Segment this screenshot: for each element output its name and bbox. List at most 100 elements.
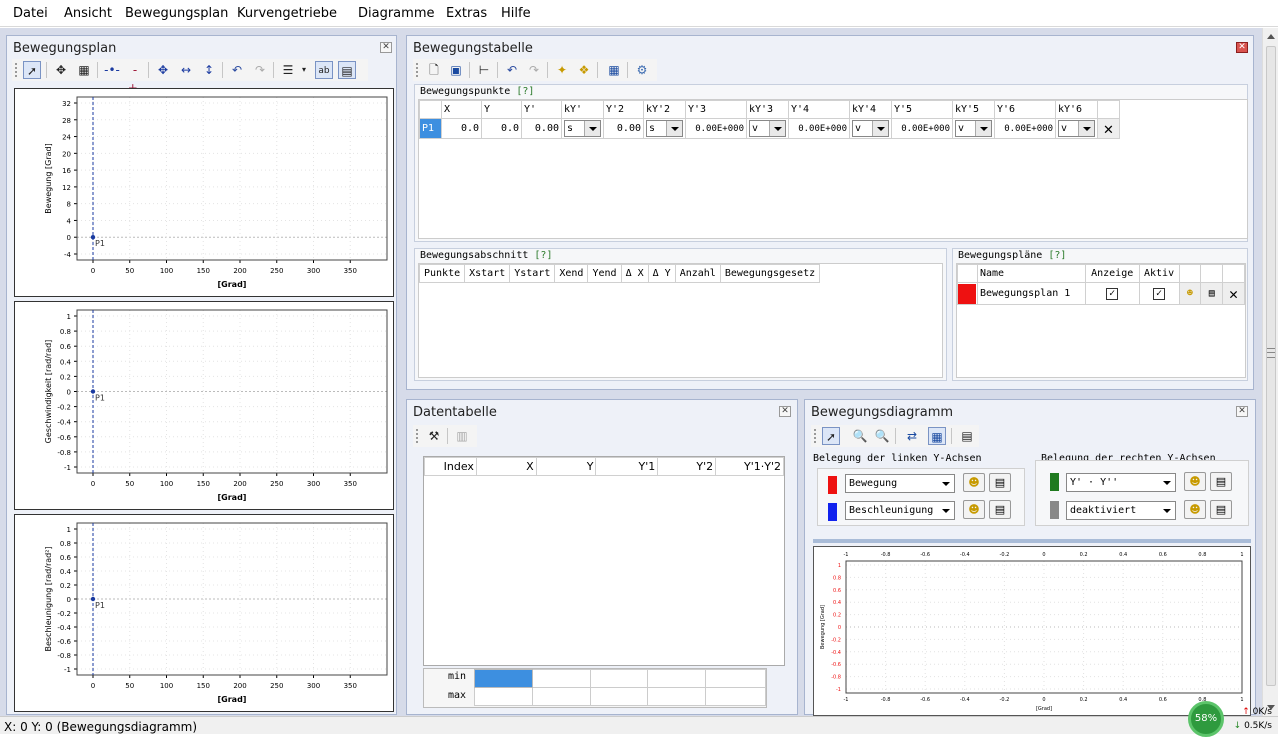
delete-plan-icon[interactable]: ✕ (1222, 282, 1245, 305)
refresh-icon[interactable]: ⇄ (903, 427, 921, 445)
right2-axis-select[interactable]: deaktiviert (1066, 501, 1176, 520)
cell-y4[interactable]: 0.00E+000 (788, 118, 850, 139)
cell-ky2[interactable]: s (643, 118, 686, 139)
menu-diagramme[interactable]: Diagramme (358, 6, 434, 21)
min-cell[interactable] (474, 669, 533, 688)
dropdown-arrow-icon[interactable]: ▾ (295, 61, 313, 79)
insert-row-icon[interactable]: ⊢ (475, 61, 493, 79)
help-link[interactable]: [?] (534, 250, 552, 261)
ky4-select[interactable]: v (852, 120, 889, 137)
pointer-icon[interactable]: ➚ (822, 427, 840, 445)
right1-properties-icon[interactable]: ▤ (1210, 472, 1232, 491)
export-icon[interactable]: ▥ (453, 427, 471, 445)
grid-label-icon[interactable]: ▤ (338, 61, 356, 79)
move-vertical-icon[interactable]: ↕ (200, 61, 218, 79)
text-label-icon[interactable]: ab (315, 61, 333, 79)
left1-properties-icon[interactable]: ▤ (989, 473, 1011, 492)
cell-ky1[interactable]: s (561, 118, 604, 139)
close-icon[interactable]: ✕ (779, 406, 791, 417)
plan-color-cell[interactable] (957, 282, 978, 305)
delete-point-icon[interactable]: -+- (126, 61, 144, 95)
menu-extras[interactable]: Extras (446, 6, 487, 21)
move-all-icon[interactable]: ✥ (154, 61, 172, 79)
close-icon[interactable]: ✕ (1236, 406, 1248, 417)
cell-y1[interactable]: 0.00 (521, 118, 562, 139)
undo-icon[interactable]: ↶ (503, 61, 521, 79)
ky5-select[interactable]: v (955, 120, 992, 137)
zoom-in-icon[interactable]: 🔍 (851, 427, 869, 445)
min-cell[interactable] (705, 669, 766, 688)
plan-properties-icon[interactable]: ▤ (1200, 282, 1224, 305)
menu-hilfe[interactable]: Hilfe (501, 6, 531, 21)
menu-kurvengetriebe[interactable]: Kurvengetriebe (237, 6, 337, 21)
max-cell[interactable] (474, 687, 533, 706)
cell-ky5[interactable]: v (952, 118, 995, 139)
close-icon[interactable]: ✕ (380, 42, 392, 53)
left1-style-icon[interactable]: ☻ (963, 473, 985, 492)
ky2-select[interactable]: s (646, 120, 683, 137)
geschwindigkeit-chart[interactable]: 1 0.8 0.6 0.4 0.2 0 -0.2 -0.4 -0.6 -0.8 -1 0 50 100 15… (14, 301, 394, 510)
pointer-icon[interactable]: ➚ (23, 61, 41, 79)
redo-icon[interactable]: ↷ (251, 61, 269, 79)
zoom-out-icon[interactable]: 🔍 (873, 427, 891, 445)
new-file-icon[interactable]: 🗋 (425, 61, 443, 79)
table-settings-icon[interactable]: ▦ (605, 61, 623, 79)
undo-icon[interactable]: ↶ (228, 61, 246, 79)
cell-y3[interactable]: 0.00E+000 (685, 118, 747, 139)
aktiv-checkbox[interactable]: ✓ (1153, 287, 1166, 300)
menu-ansicht[interactable]: Ansicht (64, 6, 112, 21)
menu-bewegungsplan[interactable]: Bewegungsplan (125, 6, 228, 21)
aktiv-cell[interactable]: ✓ (1138, 282, 1180, 305)
bewegungsdiagramm-chart[interactable]: -1 -1 -0.8 -0.8 -0.6 -0.6 -0.4 -0.4 -0.2 -0.2 0 0 0.… (813, 546, 1251, 716)
ky3-select[interactable]: v (749, 120, 786, 137)
network-indicator[interactable]: 58% (1188, 701, 1224, 737)
move-icon[interactable]: ✥ (52, 61, 70, 79)
copy-plan-icon[interactable]: ❖ (575, 61, 593, 79)
right2-properties-icon[interactable]: ▤ (1210, 500, 1232, 519)
table-row[interactable]: P1 0.0 0.0 0.00 s 0.00 s 0.00E+000 v 0.0… (419, 118, 1120, 139)
cell-ky3[interactable]: v (746, 118, 789, 139)
beschleunigung-chart[interactable]: 1 0.8 0.6 0.4 0.2 0 -0.2 -0.4 -0.6 -0.8 -1 0 50 100 15… (14, 514, 394, 712)
splitter[interactable] (813, 539, 1251, 543)
close-icon[interactable]: ✕ (1236, 42, 1248, 53)
bewegung-chart[interactable]: 32 28 24 20 16 12 8 4 0 -4 0 50 100 150 200 250 300 350 P1… (14, 88, 394, 297)
cell-ky4[interactable]: v (849, 118, 892, 139)
table-row[interactable]: Bewegungsplan 1 ✓ ✓ ☻ ▤ ✕ (957, 282, 1245, 305)
plan-style-icon[interactable]: ☻ (1178, 282, 1202, 305)
delete-row-icon[interactable]: ✕ (1097, 118, 1120, 139)
left2-axis-select[interactable]: Beschleunigung (845, 501, 955, 520)
cell-x[interactable]: 0.0 (441, 118, 482, 139)
zoom-fit-icon[interactable]: ▦ (75, 61, 93, 79)
max-cell[interactable] (705, 687, 766, 706)
max-cell[interactable] (647, 687, 707, 706)
help-link[interactable]: [?] (516, 86, 534, 97)
cell-y6[interactable]: 0.00E+000 (994, 118, 1056, 139)
cell-y2[interactable]: 0.00 (603, 118, 644, 139)
left2-style-icon[interactable]: ☻ (963, 500, 985, 519)
scroll-thumb[interactable] (1266, 46, 1276, 686)
plan-name[interactable]: Bewegungsplan 1 (976, 282, 1086, 305)
help-link[interactable]: [?] (1048, 250, 1066, 261)
left2-properties-icon[interactable]: ▤ (989, 500, 1011, 519)
right1-style-icon[interactable]: ☻ (1184, 472, 1206, 491)
min-cell[interactable] (531, 669, 591, 688)
row-label[interactable]: P1 (419, 118, 442, 139)
cell-y5[interactable]: 0.00E+000 (891, 118, 953, 139)
menu-datei[interactable]: Datei (13, 6, 48, 21)
tools-icon[interactable]: ⚒ (425, 427, 443, 445)
right2-style-icon[interactable]: ☻ (1184, 500, 1206, 519)
min-cell[interactable] (589, 669, 649, 688)
vertical-scrollbar[interactable] (1262, 28, 1278, 716)
min-cell[interactable] (647, 669, 707, 688)
anzeige-cell[interactable]: ✓ (1084, 282, 1140, 305)
ky1-select[interactable]: s (564, 120, 601, 137)
cell-y[interactable]: 0.0 (481, 118, 522, 139)
max-cell[interactable] (531, 687, 591, 706)
anzeige-checkbox[interactable]: ✓ (1106, 287, 1119, 300)
left1-axis-select[interactable]: Bewegung (845, 474, 955, 493)
chart-settings-icon[interactable]: ▦ (928, 427, 946, 445)
max-cell[interactable] (589, 687, 649, 706)
cell-ky6[interactable]: v (1055, 118, 1098, 139)
new-plan-icon[interactable]: ✦ (553, 61, 571, 79)
scroll-up-icon[interactable] (1267, 34, 1275, 39)
